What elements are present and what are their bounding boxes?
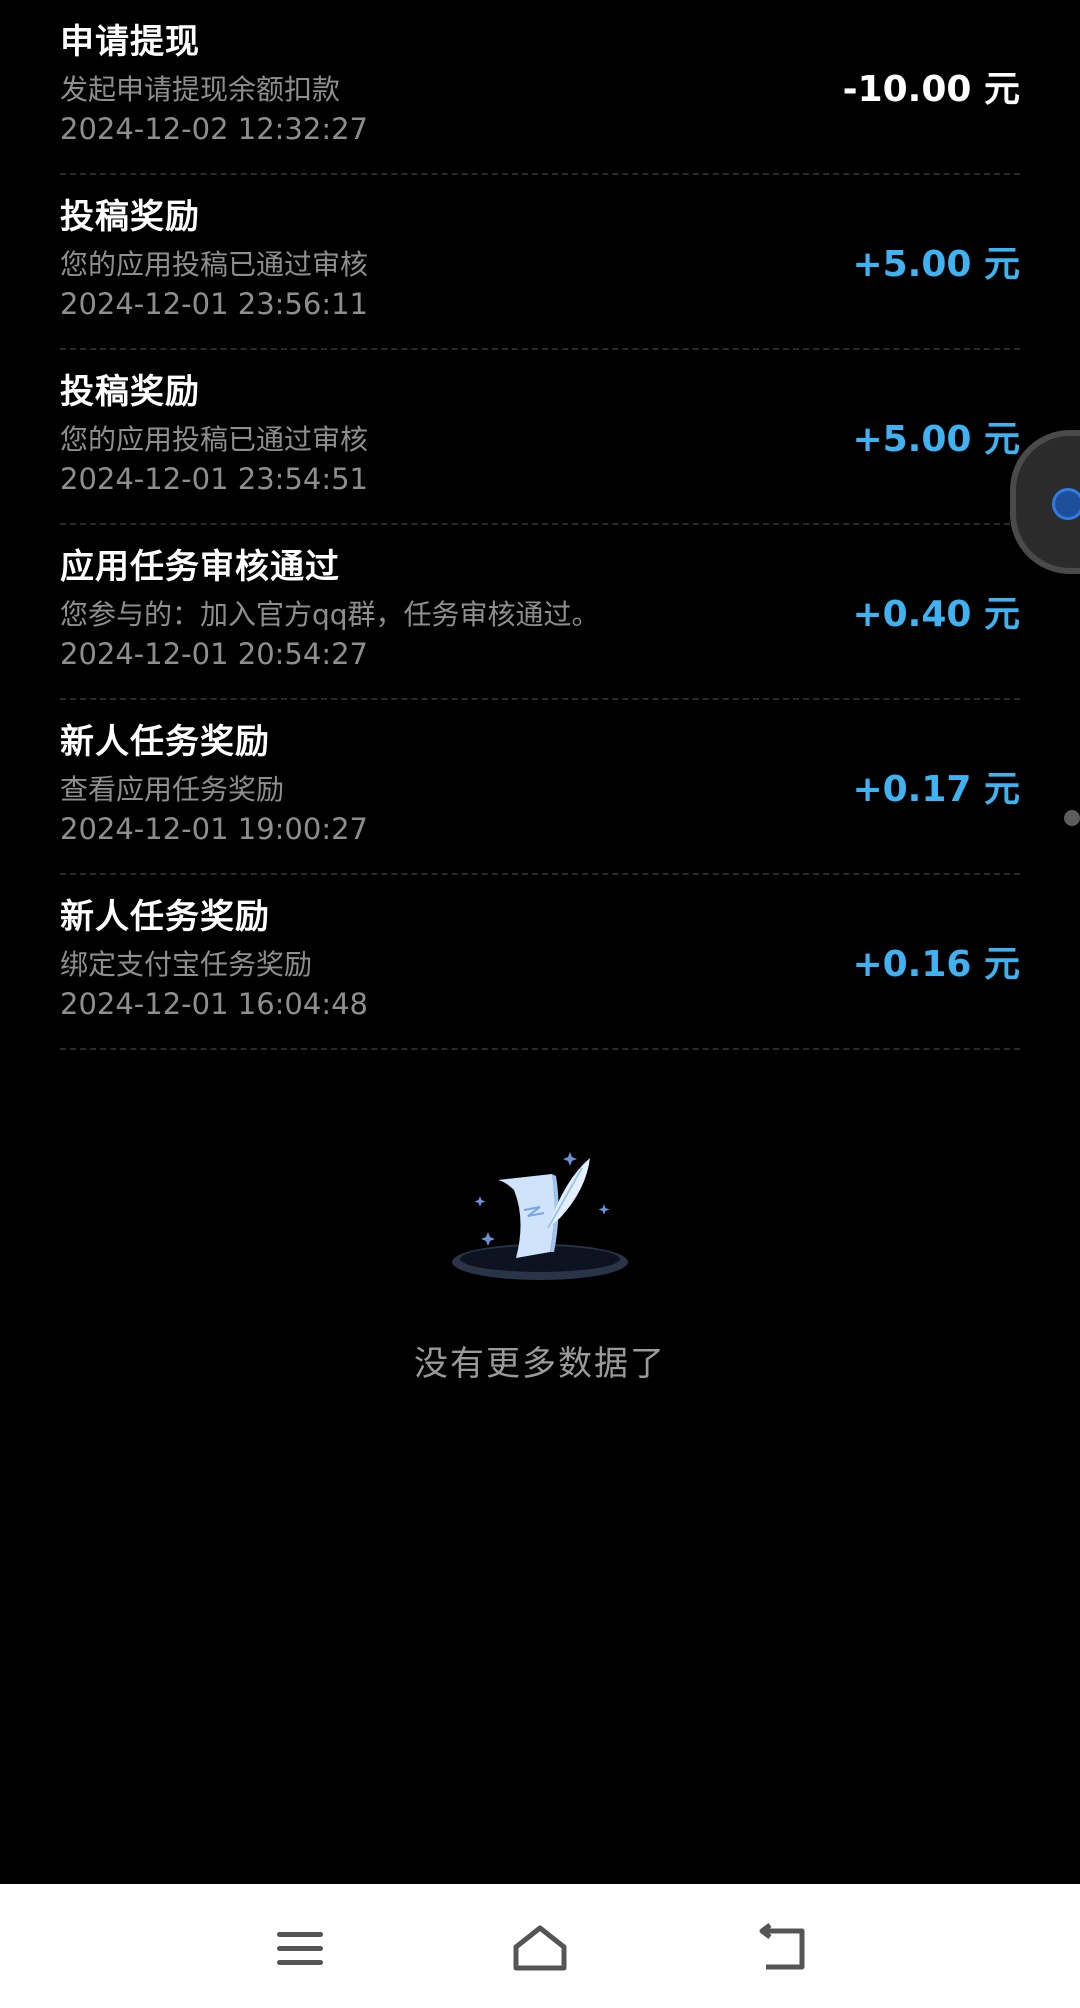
transaction-title: 应用任务审核通过 bbox=[60, 547, 340, 587]
transaction-time: 2024-12-02 12:32:27 bbox=[60, 112, 368, 146]
transaction-desc: 绑定支付宝任务奖励 bbox=[60, 948, 313, 981]
transaction-desc: 您的应用投稿已通过审核 bbox=[60, 248, 369, 281]
list-item[interactable]: 投稿奖励 您的应用投稿已通过审核 2024-12-01 23:54:51 +5.… bbox=[60, 350, 1020, 525]
transaction-time: 2024-12-01 23:54:51 bbox=[60, 462, 368, 496]
transaction-time: 2024-12-01 16:04:48 bbox=[60, 987, 368, 1021]
paper-quill-illustration bbox=[452, 1152, 628, 1280]
transaction-amount: -10.00 元 bbox=[842, 69, 1020, 110]
transaction-time: 2024-12-01 19:00:27 bbox=[60, 812, 368, 846]
menu-button[interactable] bbox=[265, 1918, 335, 1978]
back-icon bbox=[759, 1923, 805, 1970]
system-navigation-bar bbox=[0, 1884, 1080, 2008]
assistant-icon bbox=[1052, 488, 1080, 520]
list-item[interactable]: 新人任务奖励 绑定支付宝任务奖励 2024-12-01 16:04:48 +0.… bbox=[60, 875, 1020, 1050]
menu-icon bbox=[277, 1932, 323, 1965]
list-item[interactable]: 申请提现 发起申请提现余额扣款 2024-12-02 12:32:27 -10.… bbox=[60, 0, 1020, 175]
transaction-title: 投稿奖励 bbox=[60, 197, 200, 237]
list-item[interactable]: 应用任务审核通过 您参与的：加入官方qq群，任务审核通过。 2024-12-01… bbox=[60, 525, 1020, 700]
transaction-amount: +5.00 元 bbox=[852, 244, 1020, 285]
transaction-desc: 查看应用任务奖励 bbox=[60, 773, 285, 806]
transaction-desc: 您参与的：加入官方qq群，任务审核通过。 bbox=[60, 598, 600, 631]
transaction-amount: +0.16 元 bbox=[852, 944, 1020, 985]
back-button[interactable] bbox=[745, 1918, 815, 1978]
transaction-desc: 您的应用投稿已通过审核 bbox=[60, 423, 369, 456]
transaction-desc: 发起申请提现余额扣款 bbox=[60, 73, 341, 106]
transaction-amount: +5.00 元 bbox=[852, 419, 1020, 460]
transaction-amount: +0.40 元 bbox=[852, 594, 1020, 635]
transaction-list: 申请提现 发起申请提现余额扣款 2024-12-02 12:32:27 -10.… bbox=[0, 0, 1080, 1050]
transaction-amount: +0.17 元 bbox=[852, 769, 1020, 810]
transaction-time: 2024-12-01 20:54:27 bbox=[60, 637, 368, 671]
transaction-time: 2024-12-01 23:56:11 bbox=[60, 287, 368, 321]
transaction-title: 新人任务奖励 bbox=[60, 722, 270, 762]
edge-handle[interactable] bbox=[1064, 810, 1080, 826]
transaction-title: 申请提现 bbox=[60, 22, 200, 62]
transaction-title: 新人任务奖励 bbox=[60, 897, 270, 937]
list-item[interactable]: 新人任务奖励 查看应用任务奖励 2024-12-01 19:00:27 +0.1… bbox=[60, 700, 1020, 875]
transaction-title: 投稿奖励 bbox=[60, 372, 200, 412]
home-icon bbox=[513, 1925, 567, 1971]
empty-state: 没有更多数据了 bbox=[0, 1140, 1080, 1385]
home-button[interactable] bbox=[505, 1918, 575, 1978]
empty-state-text: 没有更多数据了 bbox=[414, 1344, 666, 1384]
list-item[interactable]: 投稿奖励 您的应用投稿已通过审核 2024-12-01 23:56:11 +5.… bbox=[60, 175, 1020, 350]
